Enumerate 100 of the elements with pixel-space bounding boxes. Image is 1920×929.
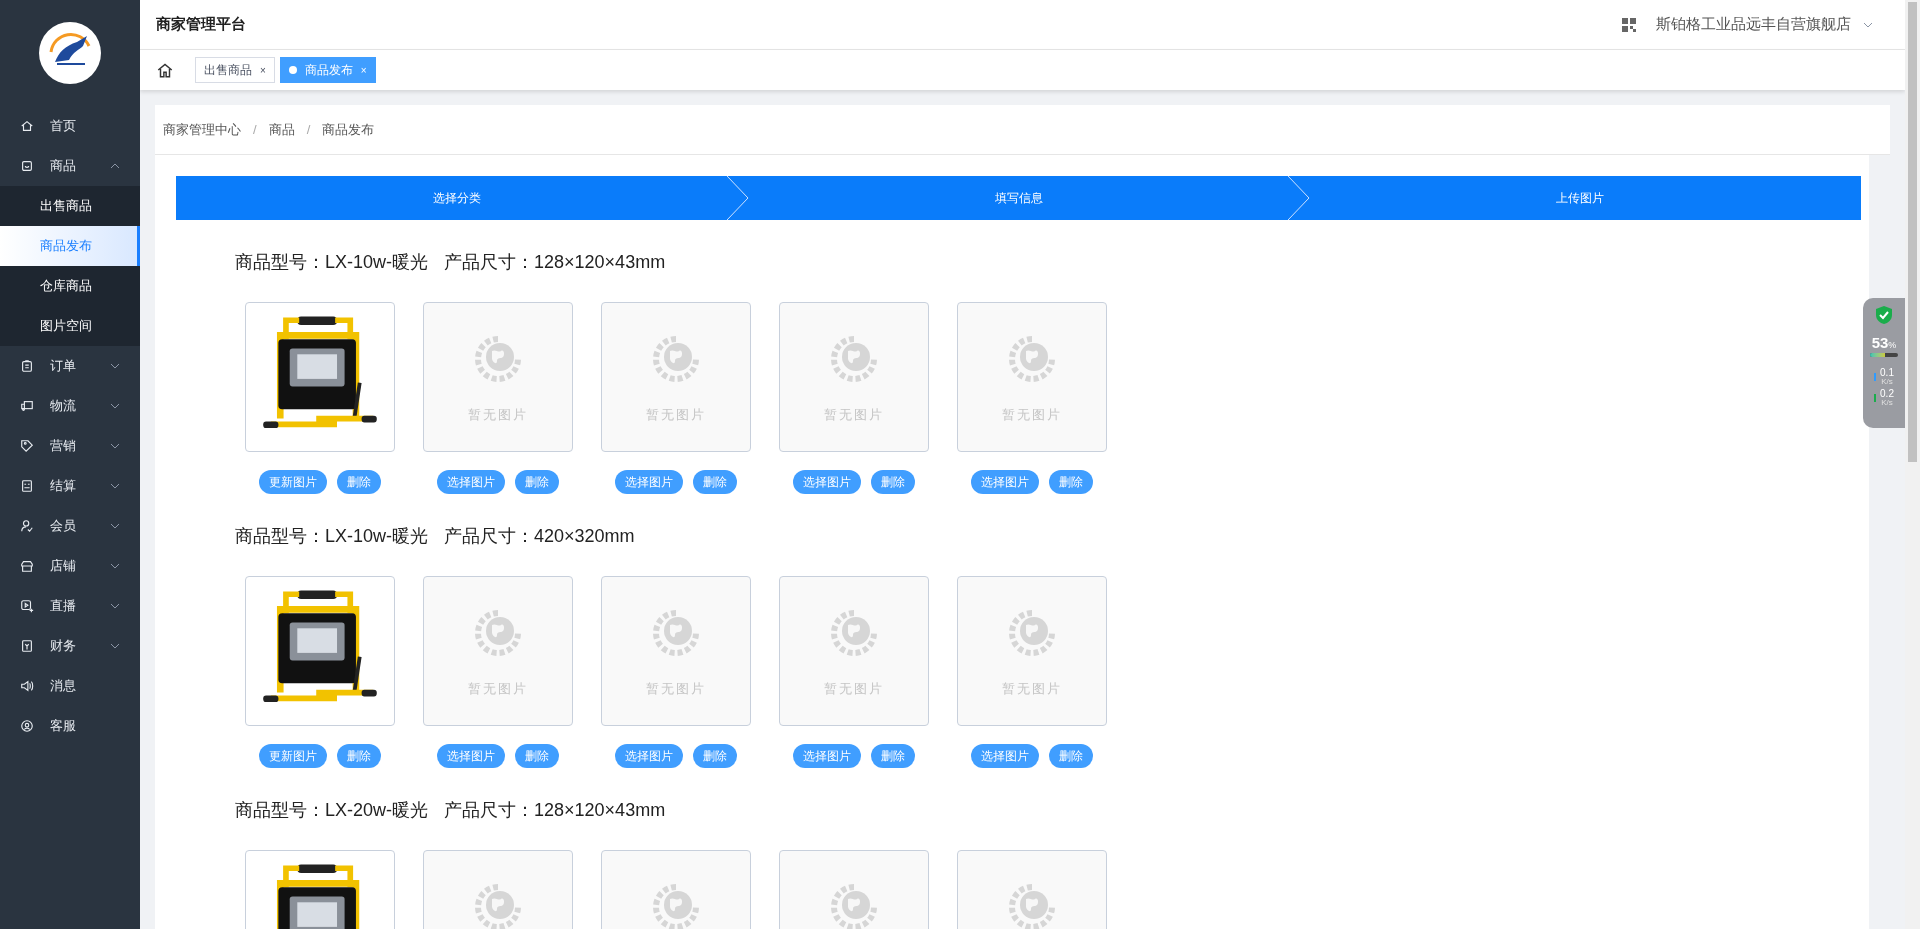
submenu-item[interactable]: 图片空间: [0, 306, 140, 346]
globe-gear-icon: [474, 609, 522, 657]
chevron-down-icon: [1863, 21, 1873, 28]
chevron-down-icon: [110, 563, 120, 569]
choose-image-button[interactable]: 选择图片: [971, 744, 1039, 768]
size-label: 产品尺寸：128×120×43mm: [444, 250, 666, 274]
globe-gear-icon: [1008, 883, 1056, 929]
chevron-down-icon: [110, 523, 120, 529]
breadcrumb-link[interactable]: 商品发布: [322, 119, 375, 140]
truck-icon: [20, 399, 34, 413]
chevron-down-icon: [110, 483, 120, 489]
sidebar-item[interactable]: 财务: [0, 626, 140, 666]
delete-button[interactable]: 删除: [515, 470, 559, 494]
speed-unit: K/s: [1881, 399, 1893, 407]
document-icon: [20, 479, 34, 493]
sidebar-item[interactable]: 消息: [0, 666, 140, 706]
wallet-icon: [20, 639, 34, 653]
user-icon: [20, 519, 34, 533]
step-label: 上传图片: [1556, 190, 1605, 207]
delete-button[interactable]: 删除: [693, 744, 737, 768]
page-tab[interactable]: 商品发布 ×: [279, 57, 376, 83]
store-name[interactable]: 斯铂格工业品远丰自营旗舰店: [1656, 13, 1851, 36]
globe-gear-icon: [830, 335, 878, 383]
chevron-down-icon: [110, 443, 120, 449]
sidebar-item[interactable]: 营销: [0, 426, 140, 466]
breadcrumb-link[interactable]: 商品: [268, 119, 295, 140]
globe-gear-icon: [652, 335, 700, 383]
breadcrumb-separator: /: [306, 120, 311, 139]
chevron-down-icon: [110, 403, 120, 409]
sidebar-item[interactable]: 物流: [0, 386, 140, 426]
globe-gear-icon: [474, 335, 522, 383]
choose-image-button[interactable]: 选择图片: [437, 744, 505, 768]
scrollbar-thumb[interactable]: [1908, 2, 1917, 462]
submenu-item[interactable]: 出售商品: [0, 186, 140, 226]
step-label: 选择分类: [432, 190, 481, 207]
breadcrumb-separator: /: [253, 120, 257, 139]
close-icon[interactable]: ×: [360, 62, 367, 78]
shield-check-icon: [1876, 306, 1892, 324]
delete-button[interactable]: 删除: [693, 470, 737, 494]
globe-gear-icon: [474, 883, 522, 929]
chevron-down-icon: [110, 603, 120, 609]
bag-icon: [20, 159, 34, 173]
chevron-down-icon: [110, 643, 120, 649]
download-speed: 0.2: [1880, 389, 1894, 399]
globe-gear-icon: [830, 609, 878, 657]
delete-button[interactable]: 删除: [337, 744, 381, 768]
submenu-item[interactable]: 仓库商品: [0, 266, 140, 306]
step-label: 填写信息: [994, 190, 1043, 207]
clipboard-icon: [20, 359, 34, 373]
update-image-button[interactable]: 更新图片: [259, 744, 327, 768]
globe-gear-icon: [830, 883, 878, 929]
platform-title: 商家管理平台: [156, 14, 246, 35]
size-label: 产品尺寸：420×320mm: [444, 524, 635, 548]
delete-button[interactable]: 删除: [1049, 744, 1093, 768]
globe-gear-icon: [1008, 335, 1056, 383]
page-tab[interactable]: 出售商品 ×: [195, 57, 275, 83]
chevron-down-icon: [110, 363, 120, 369]
cpu-percent: 53: [1871, 335, 1889, 350]
logo-icon: [39, 22, 101, 84]
delete-button[interactable]: 删除: [871, 744, 915, 768]
model-label: 商品型号：LX-10w-暖光: [235, 250, 429, 274]
close-icon[interactable]: ×: [260, 62, 266, 78]
globe-gear-icon: [652, 883, 700, 929]
delete-button[interactable]: 删除: [1049, 470, 1093, 494]
tag-icon: [20, 439, 34, 453]
sidebar-item[interactable]: 首页: [0, 106, 140, 146]
sidebar-item[interactable]: 客服: [0, 706, 140, 746]
choose-image-button[interactable]: 选择图片: [437, 470, 505, 494]
choose-image-button[interactable]: 选择图片: [615, 470, 683, 494]
sidebar-item[interactable]: 直播: [0, 586, 140, 626]
globe-gear-icon: [652, 609, 700, 657]
delete-button[interactable]: 删除: [337, 470, 381, 494]
model-label: 商品型号：LX-10w-暖光: [235, 524, 429, 548]
choose-image-button[interactable]: 选择图片: [793, 744, 861, 768]
qr-code-icon[interactable]: [1622, 17, 1636, 32]
sidebar-item[interactable]: 店铺: [0, 546, 140, 586]
sidebar-item[interactable]: 商品: [0, 146, 140, 186]
choose-image-button[interactable]: 选择图片: [615, 744, 683, 768]
choose-image-button[interactable]: 选择图片: [971, 470, 1039, 494]
sidebar-item[interactable]: 结算: [0, 466, 140, 506]
percent-unit: %: [1888, 341, 1897, 350]
choose-image-button[interactable]: 选择图片: [793, 470, 861, 494]
service-icon: [20, 719, 34, 733]
submenu-item[interactable]: 商品发布: [0, 226, 140, 266]
sidebar-item[interactable]: 订单: [0, 346, 140, 386]
speaker-icon: [20, 679, 34, 693]
speed-unit: K/s: [1881, 378, 1893, 386]
video-plus-icon: [20, 599, 34, 613]
size-label: 产品尺寸：128×120×43mm: [444, 798, 666, 822]
home-icon: [20, 119, 34, 133]
delete-button[interactable]: 删除: [871, 470, 915, 494]
home-icon[interactable]: [156, 61, 174, 79]
upload-speed: 0.1: [1880, 368, 1894, 378]
store-icon: [20, 559, 34, 573]
sidebar-item[interactable]: 会员: [0, 506, 140, 546]
chevron-up-icon: [110, 163, 120, 169]
breadcrumb-link[interactable]: 商家管理中心: [163, 119, 241, 140]
delete-button[interactable]: 删除: [515, 744, 559, 768]
globe-gear-icon: [1008, 609, 1056, 657]
update-image-button[interactable]: 更新图片: [259, 470, 327, 494]
